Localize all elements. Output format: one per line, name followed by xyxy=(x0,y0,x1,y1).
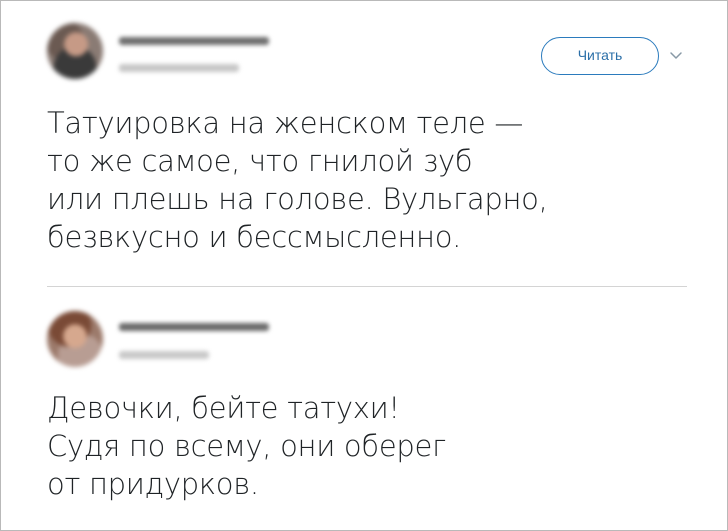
divider xyxy=(47,286,687,287)
blurred-username xyxy=(119,64,239,72)
chevron-down-icon[interactable] xyxy=(669,51,683,61)
tweet-text: Татуировка на женском теле — то же самое… xyxy=(47,106,548,254)
tweet-collage: Читать Татуировка на женском теле — то ж… xyxy=(0,0,728,531)
follow-button[interactable]: Читать xyxy=(541,37,659,75)
avatar[interactable] xyxy=(47,311,103,367)
blurred-username xyxy=(119,351,209,359)
blurred-display-name xyxy=(119,37,269,45)
tweet-text: Девочки, бейте татухи! Судя по всему, он… xyxy=(47,391,446,501)
avatar[interactable] xyxy=(47,23,103,79)
blurred-display-name xyxy=(119,323,269,331)
